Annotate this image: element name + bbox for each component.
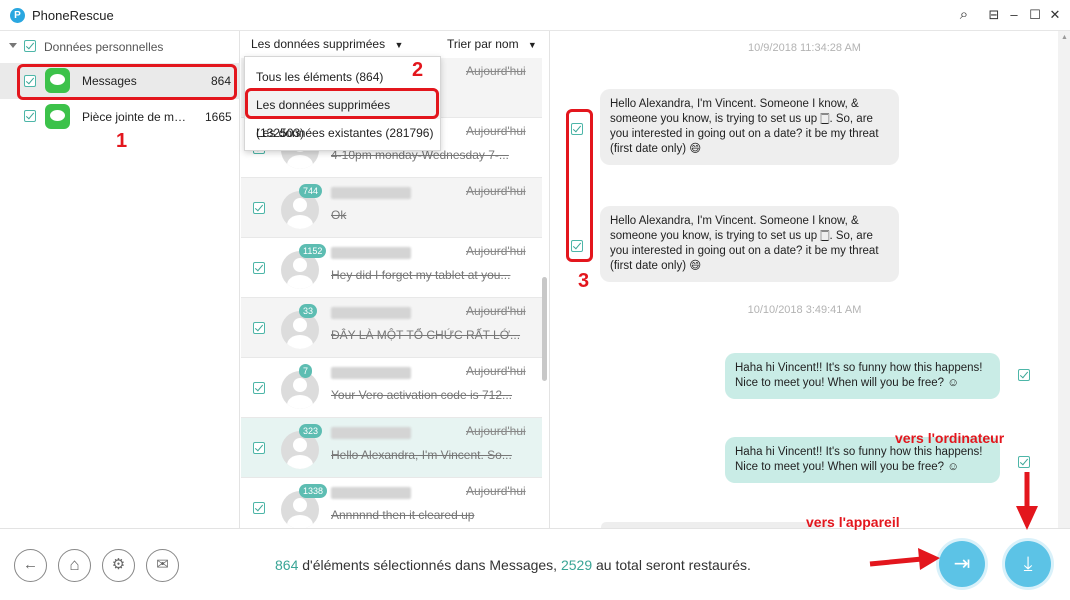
mail-button[interactable]: ✉ [146, 549, 179, 582]
row-checkbox[interactable] [253, 322, 265, 334]
arrow-to-device-head [918, 548, 940, 570]
contact-name-blurred [331, 427, 411, 439]
list-item-date: Aujourd'hui [466, 364, 526, 378]
filter-dropdown[interactable]: Les données supprimées ▼ [251, 37, 403, 51]
attachments-checkbox[interactable] [24, 110, 36, 122]
row-checkbox[interactable] [253, 502, 265, 514]
dropdown-option-all[interactable]: Tous les éléments (864) [245, 63, 440, 91]
contact-name-blurred [331, 187, 411, 199]
list-item-snippet: Hello Alexandra, I'm Vincent. So... [331, 448, 512, 462]
message-count-badge: 33 [299, 304, 318, 318]
list-item[interactable]: 1152 Aujourd'hui Hey did I forget my tab… [241, 238, 542, 298]
title-bar: P PhoneRescue ⌕ ⊟ – ☐ ✕ [0, 0, 1070, 31]
sidebar-item-label: Pièce jointe de m… [82, 110, 187, 124]
sidebar-item-count: 1665 [205, 110, 232, 124]
label-to-computer: vers l'ordinateur [895, 430, 1005, 446]
sidebar-item-attachments[interactable]: Pièce jointe de m… 1665 [0, 101, 240, 133]
list-item-snippet: Your Vero activation code is 712... [331, 388, 513, 402]
arrow-to-device-shaft [869, 556, 923, 567]
list-item-date: Aujourd'hui [466, 484, 526, 498]
message-count-badge: 744 [299, 184, 323, 198]
avatar [281, 371, 319, 409]
status-mid: d'éléments sélectionnés dans Messages, [298, 557, 561, 573]
list-item-date: Aujourd'hui [466, 244, 526, 258]
group-label: Données personnelles [44, 40, 164, 54]
list-item-selected[interactable]: 323 Aujourd'hui Hello Alexandra, I'm Vin… [241, 418, 542, 478]
annotation-number-2: 2 [412, 59, 424, 81]
sort-label: Trier par nom [447, 37, 519, 51]
annotation-box-3 [566, 109, 593, 262]
app-title: PhoneRescue [32, 8, 114, 23]
message-count-badge: 7 [299, 364, 313, 378]
status-text: 864 d'éléments sélectionnés dans Message… [275, 557, 751, 573]
list-item-snippet: Hey did I forget my tablet at you... [331, 268, 511, 282]
sort-dropdown[interactable]: Trier par nom ▼ [447, 37, 537, 51]
contact-name-blurred [331, 307, 411, 319]
incoming-message-bubble: Hello Alexandra, I'm Vincent. Someone I … [600, 206, 899, 282]
list-item-snippet: ĐÂY LÀ MỘT TỔ CHỨC RẤT LỚ... [331, 328, 521, 342]
row-checkbox[interactable] [253, 262, 265, 274]
list-item-snippet: Annnnnd then it cleared up [331, 508, 475, 522]
label-to-device: vers l'appareil [806, 514, 900, 530]
chevron-down-icon: ▼ [394, 40, 404, 50]
collapse-chevron-icon[interactable] [9, 43, 17, 48]
timestamp: 10/9/2018 11:34:28 AM [748, 42, 861, 54]
back-button[interactable]: ← [14, 549, 47, 582]
contact-name-blurred [331, 487, 411, 499]
row-checkbox[interactable] [253, 202, 265, 214]
message-count-badge: 323 [299, 424, 323, 438]
annotation-number-3: 3 [578, 270, 590, 292]
outgoing-message-bubble: Haha hi Vincent!! It's so funny how this… [725, 353, 1000, 399]
list-item-date: Aujourd'hui [466, 64, 526, 78]
group-checkbox[interactable] [24, 40, 36, 52]
annotation-box-2 [245, 88, 439, 119]
row-checkbox[interactable] [253, 442, 265, 454]
menu-icon[interactable]: ⊟ [985, 6, 1003, 24]
dropdown-option-existing[interactable]: Les données existantes (281796) [245, 119, 440, 147]
arrow-to-computer-head [1016, 506, 1038, 530]
contact-name-blurred [331, 367, 411, 379]
message-count-badge: 1338 [299, 484, 328, 498]
annotation-number-1: 1 [116, 130, 128, 152]
scroll-up-icon[interactable]: ▲ [1061, 34, 1068, 41]
conversation-panel: 10/9/2018 11:34:28 AM Hello Alexandra, I… [551, 31, 1058, 528]
close-button[interactable]: ✕ [1046, 6, 1064, 24]
status-end: au total seront restaurés. [592, 557, 751, 573]
annotation-box-1 [17, 64, 237, 100]
list-scrollbar[interactable] [542, 277, 547, 381]
list-item[interactable]: 1338 Aujourd'hui Annnnnd then it cleared… [241, 478, 542, 528]
list-item-date: Aujourd'hui [466, 304, 526, 318]
message-checkbox[interactable] [1018, 369, 1030, 381]
chat-scrollbar[interactable]: ▲ [1058, 31, 1070, 528]
chevron-down-icon: ▼ [527, 40, 537, 50]
row-checkbox[interactable] [253, 382, 265, 394]
minimize-button[interactable]: – [1005, 6, 1023, 24]
timestamp: 10/10/2018 3:49:41 AM [747, 304, 862, 316]
maximize-button[interactable]: ☐ [1026, 6, 1044, 24]
app-logo-icon: P [10, 8, 25, 23]
search-icon[interactable]: ⌕ [955, 6, 973, 24]
selected-count: 864 [275, 557, 299, 573]
list-item-date: Aujourd'hui [466, 124, 526, 138]
list-item-snippet: Ok [331, 208, 347, 222]
category-sidebar: Données personnelles Messages 864 Pièce … [0, 31, 240, 528]
settings-button[interactable]: ⚙ [102, 549, 135, 582]
contact-name-blurred [331, 247, 411, 259]
list-item[interactable]: 744 Aujourd'hui Ok [241, 178, 542, 238]
filter-label: Les données supprimées [251, 37, 386, 51]
list-item[interactable]: 33 Aujourd'hui ĐÂY LÀ MỘT TỔ CHỨC RẤT LỚ… [241, 298, 542, 358]
list-item[interactable]: 7 Aujourd'hui Your Vero activation code … [241, 358, 542, 418]
annotation-arrows [869, 472, 1038, 570]
message-checkbox[interactable] [1018, 456, 1030, 468]
attachment-app-icon [45, 104, 70, 129]
incoming-message-bubble: Hello Alexandra, I'm Vincent. Someone I … [600, 89, 899, 165]
total-count: 2529 [560, 557, 593, 573]
list-item-date: Aujourd'hui [466, 424, 526, 438]
home-button[interactable]: ⌂ [58, 549, 91, 582]
list-item-date: Aujourd'hui [466, 184, 526, 198]
message-count-badge: 1152 [299, 244, 327, 258]
